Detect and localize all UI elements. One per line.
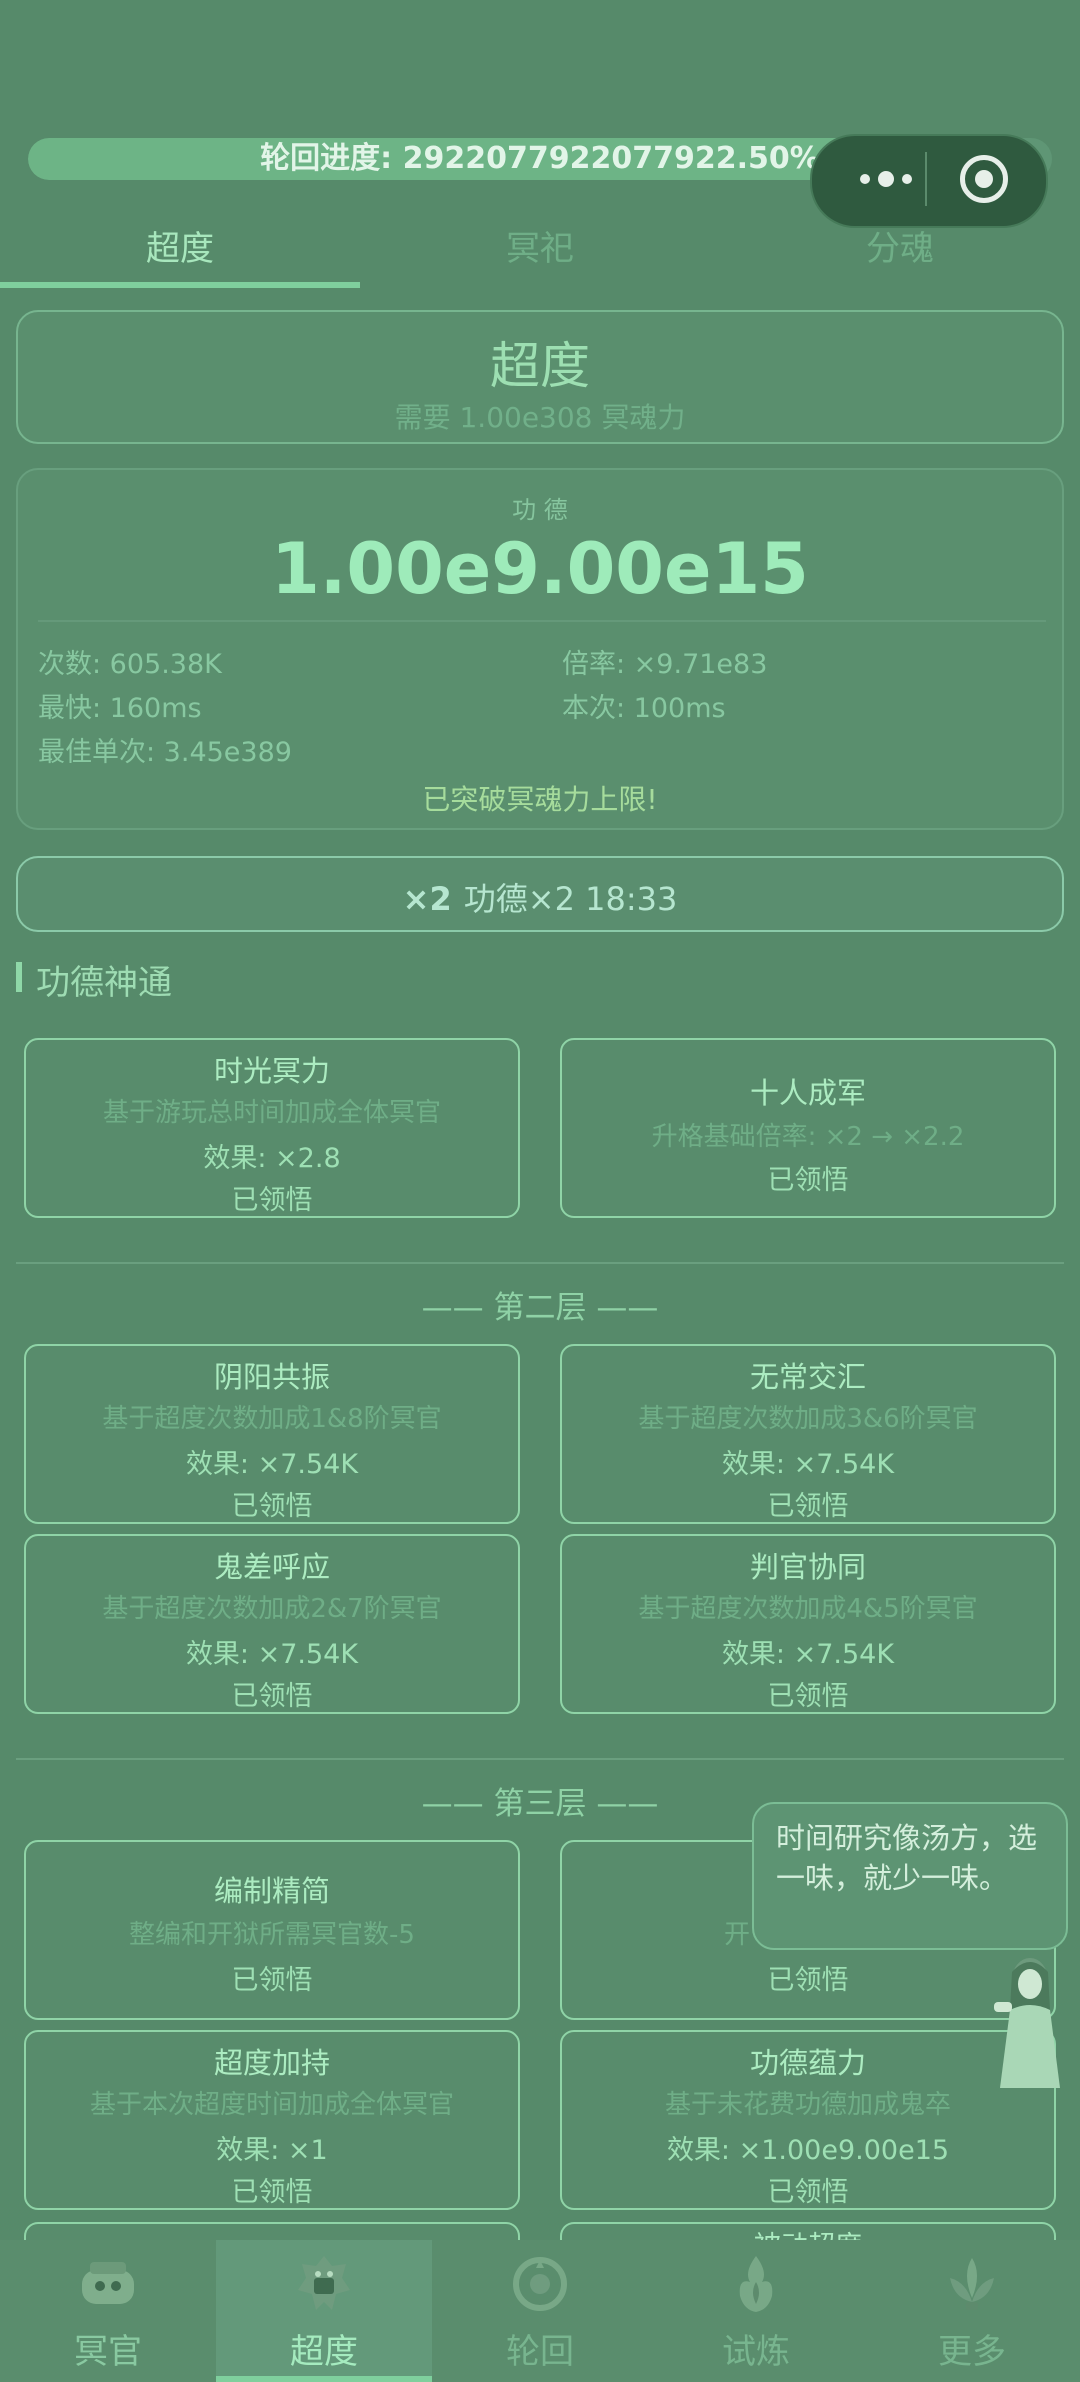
skill-status: 已领悟 <box>767 1491 849 1522</box>
skill-card[interactable]: 功德蕴力 基于未花费功德加成鬼卒 效果: ×1.00e9.00e15 已领悟 <box>560 2030 1056 2210</box>
skill-title: 功德蕴力 <box>749 2046 866 2080</box>
flame-trial-icon <box>739 2256 773 2312</box>
skill-title: 阴阳共振 <box>213 1360 330 1394</box>
active-nav-indicator <box>216 2376 432 2382</box>
skill-status: 已领悟 <box>231 1491 313 1522</box>
merit-divider <box>38 620 1046 622</box>
nav-label: 更多 <box>938 2332 1006 2372</box>
stat-count: 次数: 605.38K <box>38 649 222 680</box>
skill-effect: 效果: ×1 <box>216 2135 328 2166</box>
layer-divider <box>16 1262 1064 1264</box>
merit-boost-bar[interactable]: ×2 功德×2 18:33 <box>16 856 1064 932</box>
skill-status: 已领悟 <box>231 1185 313 1216</box>
skill-status: 已领悟 <box>231 1681 313 1712</box>
boost-badge: ×2 <box>402 880 452 918</box>
section-marker <box>16 962 22 992</box>
skill-desc: 整编和开狱所需冥官数-5 <box>129 1920 415 1950</box>
nav-item-mingguan[interactable]: 冥官 <box>0 2240 216 2382</box>
skill-card[interactable]: 鬼差呼应 基于超度次数加成2&7阶冥官 效果: ×7.54K 已领悟 <box>24 1534 520 1714</box>
skill-card[interactable]: 阴阳共振 基于超度次数加成1&8阶冥官 效果: ×7.54K 已领悟 <box>24 1344 520 1524</box>
skill-title: 时光冥力 <box>213 1054 330 1088</box>
capsule-divider <box>925 152 927 206</box>
skill-desc: 基于超度次数加成2&7阶冥官 <box>102 1594 442 1624</box>
skill-title: 超度加持 <box>213 2046 330 2080</box>
boost-text: 功德×2 18:33 <box>463 880 678 918</box>
skill-desc: 基于本次超度时间加成全体冥官 <box>89 2090 454 2120</box>
stat-fastest: 最快: 160ms <box>38 693 202 724</box>
skill-effect: 效果: ×1.00e9.00e15 <box>666 2135 950 2166</box>
npc-speech-bubble: 时间研究像汤方，选一味，就少一味。 <box>752 1802 1068 1950</box>
merit-label: 功 德 <box>512 496 568 524</box>
npc-character-icon[interactable] <box>986 1950 1066 2090</box>
ghost-official-icon <box>82 2262 134 2304</box>
demon-mask-icon <box>298 2256 350 2310</box>
layer-2-title: —— 第二层 —— <box>421 1290 659 1326</box>
tab-fenhun[interactable]: 分魂 <box>720 212 1080 286</box>
skill-status: 已领悟 <box>767 1965 849 1996</box>
stat-current: 本次: 100ms <box>562 693 726 724</box>
limit-notice: 已突破冥魂力上限! <box>422 783 658 816</box>
skill-effect: 效果: ×7.54K <box>185 1639 359 1670</box>
section-title: 功德神通 <box>36 963 172 1003</box>
skill-status: 已领悟 <box>767 2177 849 2208</box>
merit-value: 1.00e9.00e15 <box>271 528 809 610</box>
merit-panel: 功 德 1.00e9.00e15 次数: 605.38K 倍率: ×9.71e8… <box>16 468 1064 830</box>
skill-status: 已领悟 <box>767 1681 849 1712</box>
nav-item-lunhui[interactable]: 轮回 <box>432 2240 648 2382</box>
tab-mingsi[interactable]: 冥祀 <box>360 212 720 286</box>
skill-effect: 效果: ×2.8 <box>203 1143 341 1174</box>
skill-title: 无常交汇 <box>749 1360 866 1394</box>
nav-label: 冥官 <box>74 2332 142 2372</box>
skill-effect: 效果: ×7.54K <box>185 1449 359 1480</box>
skill-card[interactable]: 超度加持 基于本次超度时间加成全体冥官 效果: ×1 已领悟 <box>24 2030 520 2210</box>
stat-rate: 倍率: ×9.71e83 <box>562 649 768 680</box>
skill-desc: 基于未花费功德加成鬼卒 <box>664 2090 951 2120</box>
skill-effect: 效果: ×7.54K <box>721 1639 895 1670</box>
skill-card[interactable]: 时光冥力 基于游玩总时间加成全体冥官 效果: ×2.8 已领悟 <box>24 1038 520 1218</box>
skill-title: 十人成军 <box>749 1076 866 1110</box>
skill-status: 已领悟 <box>231 1965 313 1996</box>
chaodu-title: 超度 <box>490 337 590 395</box>
skill-title: 判官协同 <box>749 1550 866 1584</box>
skill-desc: 基于游玩总时间加成全体冥官 <box>102 1098 441 1128</box>
nav-item-more[interactable]: 更多 <box>864 2240 1080 2382</box>
skill-desc: 基于超度次数加成1&8阶冥官 <box>102 1404 442 1434</box>
chaodu-requirement: 需要 1.00e308 冥魂力 <box>394 401 686 434</box>
skill-status: 已领悟 <box>231 2177 313 2208</box>
skill-card[interactable]: 编制精简 整编和开狱所需冥官数-5 已领悟 <box>24 1840 520 2020</box>
skill-card[interactable]: 无常交汇 基于超度次数加成3&6阶冥官 效果: ×7.54K 已领悟 <box>560 1344 1056 1524</box>
nav-label: 轮回 <box>506 2332 574 2372</box>
skill-desc: 基于超度次数加成3&6阶冥官 <box>638 1404 978 1434</box>
active-tab-indicator <box>0 282 360 288</box>
skill-desc: 升格基础倍率: ×2 → ×2.2 <box>651 1122 965 1152</box>
skill-desc: 基于超度次数加成4&5阶冥官 <box>638 1594 978 1624</box>
nav-item-chaodu[interactable]: 超度 <box>216 2240 432 2382</box>
stat-best: 最佳单次: 3.45e389 <box>38 737 292 768</box>
skill-title: 编制精简 <box>213 1874 330 1908</box>
skill-desc: 开 <box>724 1920 751 1950</box>
skill-status: 已领悟 <box>767 1165 849 1196</box>
reincarnation-icon <box>513 2257 567 2311</box>
chaodu-button[interactable]: 超度 需要 1.00e308 冥魂力 <box>16 310 1064 444</box>
nav-item-shilian[interactable]: 试炼 <box>648 2240 864 2382</box>
lotus-more-icon <box>950 2258 994 2310</box>
skill-card[interactable]: 十人成军 升格基础倍率: ×2 → ×2.2 已领悟 <box>560 1038 1056 1218</box>
close-miniprogram-icon[interactable] <box>960 155 1008 203</box>
skill-effect: 效果: ×7.54K <box>721 1449 895 1480</box>
tab-chaodu[interactable]: 超度 <box>0 212 360 286</box>
skill-card[interactable]: 判官协同 基于超度次数加成4&5阶冥官 效果: ×7.54K 已领悟 <box>560 1534 1056 1714</box>
layer-divider <box>16 1758 1064 1760</box>
nav-label: 超度 <box>290 2332 358 2372</box>
skill-title: 鬼差呼应 <box>213 1550 330 1584</box>
nav-label: 试炼 <box>722 2332 790 2372</box>
